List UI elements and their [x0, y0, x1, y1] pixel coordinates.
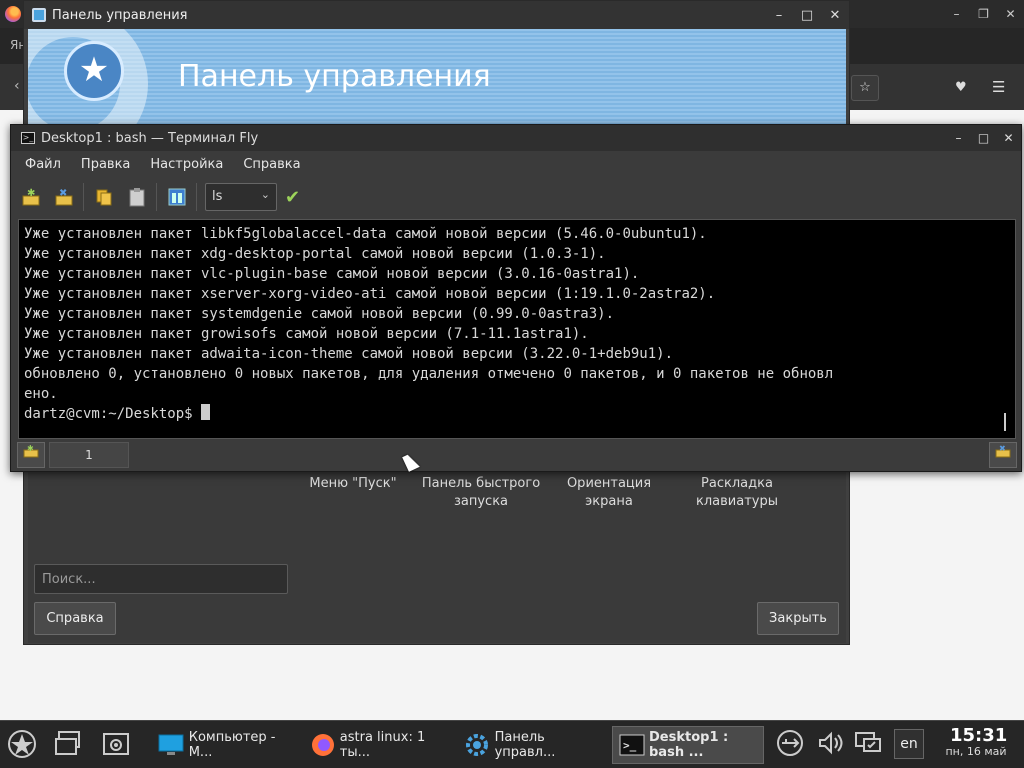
display-settings-icon[interactable] — [852, 729, 884, 761]
svg-text:✱: ✱ — [27, 188, 35, 199]
toolbar-separator — [156, 183, 157, 211]
firefox-window-controls: – ❐ ✕ — [943, 0, 1024, 28]
toolbar-separator — [83, 183, 84, 211]
minimize-icon[interactable]: – — [765, 8, 793, 23]
control-panel-window-controls: – □ ✕ — [765, 1, 849, 29]
terminal-prompt-line: dartz@cvm:~/Desktop$ — [24, 404, 1010, 424]
terminal-window-title: Desktop1 : bash — Терминал Fly — [41, 130, 259, 146]
terminal-line: Уже установлен пакет growisofs самой нов… — [24, 326, 589, 342]
back-icon[interactable]: ‹ — [14, 78, 20, 94]
task-label: Панель управл... — [494, 730, 556, 760]
cp-item-keyboard-layout[interactable]: Раскладка клавиатуры — [677, 475, 797, 511]
remove-tab-icon[interactable]: ✖ — [989, 442, 1017, 468]
cp-item-screen-orientation[interactable]: Ориентация экрана — [549, 475, 669, 511]
control-panel-icon — [32, 8, 46, 22]
command-select[interactable]: ls ⌄ — [205, 183, 277, 211]
task-control-panel[interactable]: Панель управл... — [458, 726, 604, 764]
close-icon[interactable]: ✕ — [821, 8, 849, 23]
terminal-cursor — [201, 404, 211, 420]
terminal-toolbar: ✱ ✖ ls ⌄ ✔ — [11, 177, 1021, 217]
control-panel-window-title: Панель управления — [52, 7, 188, 23]
control-panel-titlebar[interactable]: Панель управления – □ ✕ — [24, 1, 849, 29]
terminal-scrollbar[interactable] — [1004, 413, 1006, 431]
toolbar-separator — [196, 183, 197, 211]
start-menu-icon[interactable] — [6, 729, 38, 761]
cp-item-start-menu[interactable]: Меню "Пуск" — [293, 475, 413, 493]
chevron-down-icon: ⌄ — [260, 188, 270, 201]
close-icon[interactable]: ✕ — [997, 7, 1024, 21]
menu-help[interactable]: Справка — [243, 157, 300, 172]
close-tab-icon[interactable]: ✖ — [51, 184, 77, 210]
terminal-line: Уже установлен пакет systemdgenie самой … — [24, 306, 615, 322]
control-panel-heading: Панель управления — [178, 59, 491, 94]
firefox-icon — [310, 733, 336, 757]
terminal-icon: >_ — [619, 733, 645, 757]
help-button[interactable]: Справка — [34, 602, 116, 635]
pocket-icon[interactable]: ♥ — [955, 80, 967, 95]
show-desktop-icon[interactable] — [52, 729, 84, 761]
terminal-output[interactable]: Уже установлен пакет libkf5globalaccel-d… — [18, 219, 1016, 439]
cp-item-quick-launch[interactable]: Панель быстрого запуска — [421, 475, 541, 511]
maximize-icon[interactable]: □ — [971, 131, 996, 145]
terminal-window-controls: – □ ✕ — [946, 125, 1021, 151]
monitor-icon — [158, 733, 185, 757]
star-logo-icon: ★ — [64, 41, 124, 101]
terminal-line: Уже установлен пакет adwaita-icon-theme … — [24, 346, 674, 362]
copy-icon[interactable] — [91, 184, 117, 210]
restore-icon[interactable]: ❐ — [970, 7, 997, 21]
firefox-logo-icon — [5, 6, 21, 22]
terminal-window: >_ Desktop1 : bash — Терминал Fly – □ ✕ … — [10, 124, 1022, 472]
close-button[interactable]: Закрыть — [757, 602, 839, 635]
taskbar: Компьютер - М... astra linux: 1 ты... Па… — [0, 720, 1024, 768]
add-tab-icon[interactable]: ✱ — [17, 442, 45, 468]
svg-text:✱: ✱ — [27, 444, 34, 453]
gear-icon — [464, 733, 491, 757]
terminal-tabbar — [11, 441, 1021, 471]
close-icon[interactable]: ✕ — [996, 131, 1021, 145]
keyboard-layout-indicator[interactable]: en — [894, 729, 924, 759]
network-usb-icon[interactable] — [774, 729, 806, 761]
menu-edit[interactable]: Правка — [81, 157, 130, 172]
new-tab-icon[interactable]: ✱ — [18, 184, 44, 210]
bookmark-star-icon[interactable]: ☆ — [851, 75, 879, 101]
clock-date[interactable]: пн, 16 май — [940, 745, 1012, 758]
task-computer[interactable]: Компьютер - М... — [152, 726, 298, 764]
svg-text:✖: ✖ — [59, 188, 67, 199]
terminal-prompt: dartz@cvm:~/Desktop$ — [24, 406, 202, 422]
terminal-menubar: Файл Правка Настройка Справка — [11, 151, 1021, 177]
task-label: astra linux: 1 ты... — [339, 730, 426, 760]
terminal-line: Уже установлен пакет libkf5globalaccel-d… — [24, 226, 707, 242]
svg-text:✖: ✖ — [999, 444, 1006, 453]
terminal-titlebar[interactable]: >_ Desktop1 : bash — Терминал Fly – □ ✕ — [11, 125, 1021, 151]
maximize-icon[interactable]: □ — [793, 8, 821, 23]
minimize-icon[interactable]: – — [943, 7, 970, 21]
terminal-tab[interactable]: 1 — [49, 442, 129, 468]
hamburger-menu-icon[interactable]: ☰ — [992, 78, 1005, 96]
menu-settings[interactable]: Настройка — [150, 157, 223, 172]
mc-icon[interactable] — [164, 184, 190, 210]
volume-icon[interactable] — [814, 729, 846, 761]
terminal-line: Уже установлен пакет xserver-xorg-video-… — [24, 286, 716, 302]
control-panel-banner: ★ Панель управления — [28, 29, 846, 125]
task-label: Desktop1 : bash ... — [649, 730, 729, 760]
svg-text:>_: >_ — [623, 739, 637, 752]
terminal-icon: >_ — [21, 132, 35, 144]
terminal-line: Уже установлен пакет vlc-plugin-base сам… — [24, 266, 640, 282]
task-label: Компьютер - М... — [188, 730, 276, 760]
paste-icon[interactable] — [124, 184, 150, 210]
window-switcher-icon[interactable] — [100, 729, 132, 761]
terminal-line: обновлено 0, установлено 0 новых пакетов… — [24, 366, 834, 382]
menu-file[interactable]: Файл — [25, 157, 61, 172]
terminal-line: ено. — [24, 386, 58, 402]
terminal-line: Уже установлен пакет xdg-desktop-portal … — [24, 246, 606, 262]
task-firefox[interactable]: astra linux: 1 ты... — [304, 726, 450, 764]
search-input[interactable]: Поиск... — [34, 564, 288, 594]
clock-time[interactable]: 15:31 — [950, 725, 1007, 746]
run-check-icon[interactable]: ✔ — [285, 187, 300, 208]
command-select-value: ls — [212, 189, 223, 204]
minimize-icon[interactable]: – — [946, 131, 971, 145]
task-terminal[interactable]: >_ Desktop1 : bash ... — [612, 726, 764, 764]
